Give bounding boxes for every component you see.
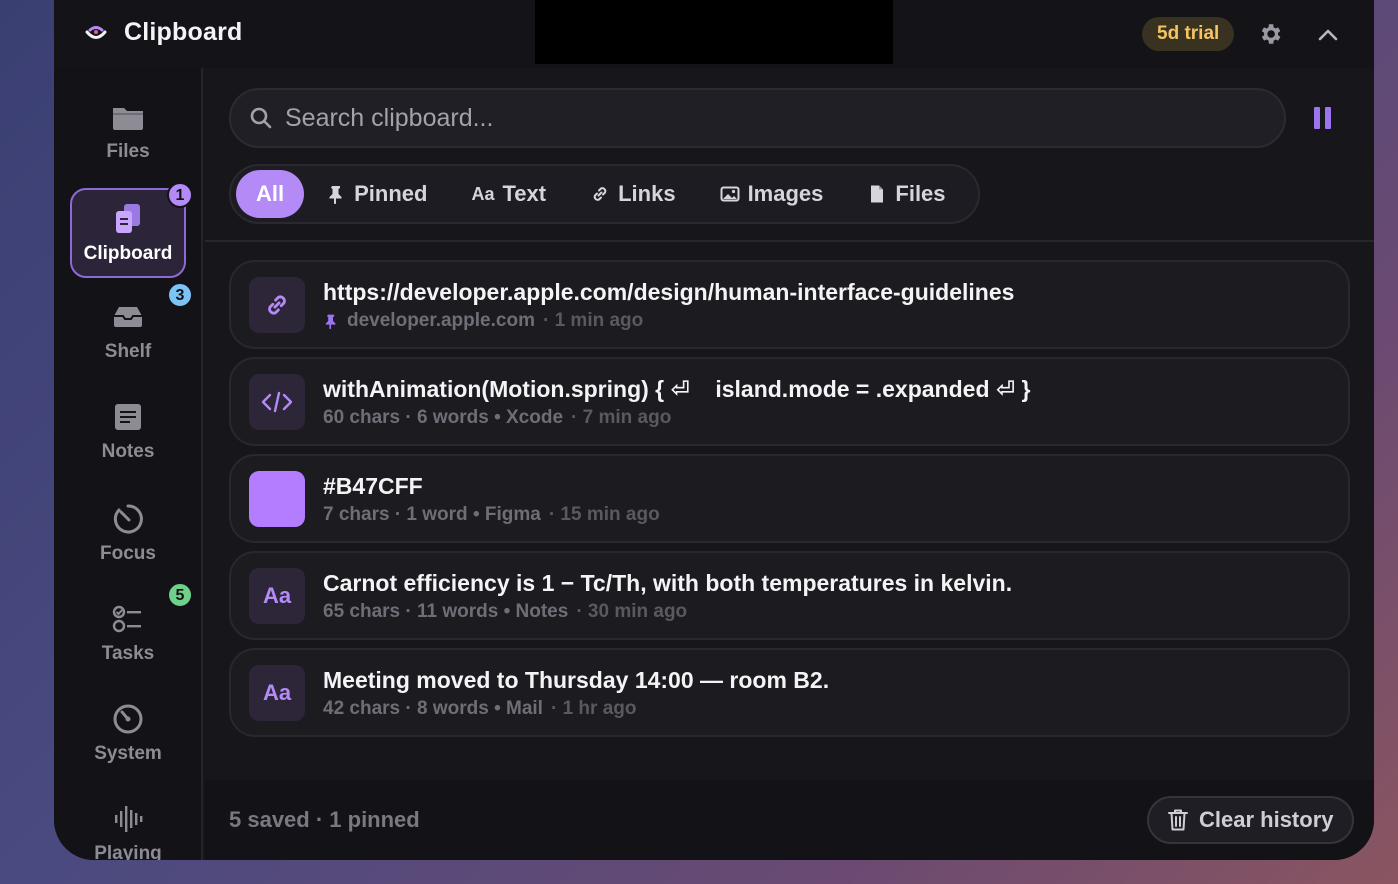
clip-meta: 7 chars · 1 word • Figma · 15 min ago xyxy=(323,504,660,526)
app-title: Clipboard xyxy=(124,18,243,46)
clip-meta: 42 chars · 8 words • Mail · 1 hr ago xyxy=(323,698,636,720)
sidebar-item-focus[interactable]: Focus xyxy=(70,488,186,578)
pause-bar xyxy=(1314,107,1320,129)
link-icon xyxy=(593,187,607,201)
sidebar-item-playing[interactable]: Playing xyxy=(70,788,186,860)
search-input[interactable] xyxy=(285,103,1185,133)
clip-details: 7 chars · 1 word • Figma xyxy=(323,504,541,525)
pin-icon xyxy=(325,314,336,330)
filter-label: Links xyxy=(618,181,676,206)
footer: 5 saved · 1 pinned Clear history xyxy=(205,780,1374,860)
file-icon xyxy=(871,185,884,203)
text-icon: Aa xyxy=(249,665,305,721)
clear-history-button[interactable]: Clear history xyxy=(1147,796,1354,844)
text-icon: Aa xyxy=(471,183,495,204)
clip-time: · 15 min ago xyxy=(548,504,660,525)
clip-meta: developer.apple.com · 1 min ago xyxy=(323,310,643,332)
header: Clipboard 5d trial xyxy=(54,0,1374,68)
pause-button[interactable] xyxy=(1314,107,1334,131)
pause-bar xyxy=(1325,107,1331,129)
clip-time: · 1 hr ago xyxy=(550,698,637,719)
clip-item-text[interactable]: Aa Carnot efficiency is 1 − Tc/Th, with … xyxy=(229,551,1350,640)
section-divider xyxy=(205,240,1374,242)
app-window: Clipboard 5d trial Files Clipboard 1 She… xyxy=(54,0,1374,860)
sidebar-item-system[interactable]: System xyxy=(70,688,186,778)
clip-item-color[interactable]: #B47CFF 7 chars · 1 word • Figma · 15 mi… xyxy=(229,454,1350,543)
brand: Clipboard xyxy=(84,18,242,47)
gauge-icon xyxy=(113,704,143,734)
clip-thumb xyxy=(249,277,305,333)
filter-label: Pinned xyxy=(354,181,428,206)
pin-icon xyxy=(329,186,342,204)
timer-icon xyxy=(113,504,143,534)
sidebar-item-label: Focus xyxy=(100,543,156,564)
app-logo-icon xyxy=(85,25,107,39)
clip-details: 60 chars · 6 words • Xcode xyxy=(323,407,564,428)
link-icon xyxy=(268,295,286,315)
clear-history-label: Clear history xyxy=(1199,807,1334,832)
color-swatch xyxy=(249,471,305,527)
trash-icon xyxy=(1168,809,1188,831)
filter-chip-files[interactable]: Files xyxy=(845,170,967,218)
clip-stats: 5 saved · 1 pinned xyxy=(229,807,420,832)
sidebar-item-label: Files xyxy=(106,141,150,162)
folder-icon xyxy=(113,108,143,130)
filter-chip-images[interactable]: Images xyxy=(698,170,846,218)
sidebar-item-label: Notes xyxy=(101,441,155,462)
search-icon xyxy=(250,107,272,129)
clip-time: · 7 min ago xyxy=(571,407,672,428)
search-bar[interactable] xyxy=(229,88,1286,148)
clip-item-link[interactable]: https://developer.apple.com/design/human… xyxy=(229,260,1350,349)
clip-details: 42 chars · 8 words • Mail xyxy=(323,698,543,719)
clip-details: 65 chars · 11 words • Notes xyxy=(323,601,569,622)
clip-item-text[interactable]: Aa Meeting moved to Thursday 14:00 — roo… xyxy=(229,648,1350,737)
code-icon xyxy=(261,391,293,413)
sidebar-item-label: Tasks xyxy=(101,643,155,664)
sidebar-item-label: Clipboard xyxy=(83,243,173,264)
filter-label: All xyxy=(256,181,285,206)
clip-title: Carnot efficiency is 1 − Tc/Th, with bot… xyxy=(323,570,1013,596)
note-icon xyxy=(115,404,141,430)
filter-chip-all[interactable]: All xyxy=(236,170,305,218)
text-icon: Aa xyxy=(249,568,305,624)
clipboard-count-badge: 1 xyxy=(167,182,193,208)
image-icon xyxy=(720,186,740,202)
sidebar: Files Clipboard 1 Shelf 3 Notes Focus Ta… xyxy=(54,68,203,860)
filter-chip-links[interactable]: Links xyxy=(568,170,697,218)
filter-chip-pinned[interactable]: Pinned xyxy=(304,170,449,218)
filter-label: Files xyxy=(895,181,946,206)
sidebar-item-label: System xyxy=(94,743,162,764)
clip-time: · 1 min ago xyxy=(542,310,644,331)
sidebar-item-files[interactable]: Files xyxy=(70,86,186,176)
filter-label: Text xyxy=(502,181,547,206)
sidebar-item-label: Shelf xyxy=(104,341,152,362)
clip-title: Meeting moved to Thursday 14:00 — room B… xyxy=(323,667,830,693)
clip-meta: 60 chars · 6 words • Xcode · 7 min ago xyxy=(323,407,671,429)
filter-bar: All Pinned Aa Text Links Images Files xyxy=(229,164,980,224)
shelf-count-badge: 3 xyxy=(167,282,193,308)
camera-notch xyxy=(535,0,893,64)
clip-item-code[interactable]: withAnimation(Motion.spring) { ⏎ island.… xyxy=(229,357,1350,446)
clip-meta: 65 chars · 11 words • Notes · 30 min ago xyxy=(323,601,687,623)
sidebar-item-label: Playing xyxy=(94,843,162,860)
clip-time: · 30 min ago xyxy=(576,601,688,622)
clip-title: #B47CFF xyxy=(323,473,423,499)
tasks-count-badge: 5 xyxy=(167,582,193,608)
clip-list: https://developer.apple.com/design/human… xyxy=(229,260,1350,745)
gear-icon[interactable] xyxy=(1257,21,1283,47)
clip-title: withAnimation(Motion.spring) { ⏎ island.… xyxy=(323,376,1031,402)
filter-chip-text[interactable]: Aa Text xyxy=(449,170,568,218)
waveform-icon xyxy=(115,806,143,832)
clip-thumb xyxy=(249,374,305,430)
tray-icon xyxy=(114,307,142,327)
trial-badge[interactable]: 5d trial xyxy=(1142,17,1235,51)
clip-title: https://developer.apple.com/design/human… xyxy=(323,279,1015,305)
clipboard-icon xyxy=(116,204,140,233)
chevron-up-icon[interactable] xyxy=(1316,23,1340,47)
main-content: All Pinned Aa Text Links xyxy=(205,68,1374,860)
checklist-icon xyxy=(112,605,141,633)
clip-source: developer.apple.com xyxy=(347,310,535,331)
sidebar-item-notes[interactable]: Notes xyxy=(70,386,186,476)
filter-label: Images xyxy=(747,181,824,206)
